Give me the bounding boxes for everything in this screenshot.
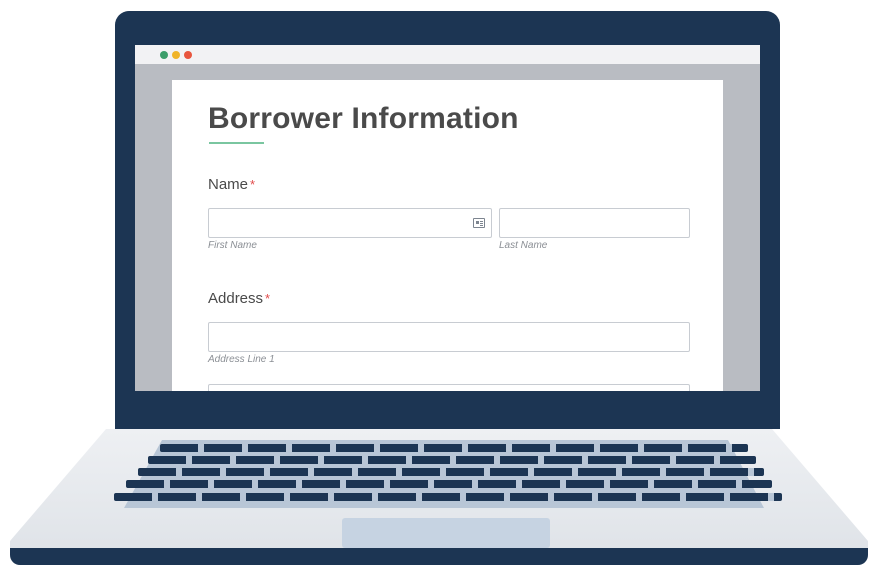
required-marker: * <box>250 177 256 192</box>
last-name-input[interactable] <box>499 208 690 238</box>
title-underline <box>209 142 264 144</box>
keyboard-row <box>160 444 748 452</box>
name-label: Name * <box>208 176 255 193</box>
form-title: Borrower Information <box>208 102 519 135</box>
contact-card-icon[interactable] <box>473 218 485 228</box>
form-page: Borrower Information Name * First Name La… <box>172 80 723 391</box>
keyboard-row <box>126 480 772 488</box>
window-minimize-dot[interactable] <box>172 51 180 59</box>
address-label: Address * <box>208 290 270 307</box>
keyboard-row <box>114 493 782 501</box>
window-zoom-dot[interactable] <box>160 51 168 59</box>
last-name-sublabel: Last Name <box>499 240 548 251</box>
keyboard-row <box>148 456 756 464</box>
required-marker: * <box>265 291 271 306</box>
laptop-base-edge <box>10 548 868 565</box>
address-label-text: Address <box>208 290 264 307</box>
address-line1-input[interactable] <box>208 322 690 352</box>
browser-titlebar <box>135 45 760 64</box>
first-name-sublabel: First Name <box>208 240 257 251</box>
laptop-screen: Borrower Information Name * First Name La… <box>135 45 760 391</box>
name-label-text: Name <box>208 176 249 193</box>
trackpad <box>342 518 550 548</box>
address-line2-input[interactable] <box>208 384 690 391</box>
keyboard-row <box>138 468 764 476</box>
first-name-input[interactable] <box>208 208 492 238</box>
address-line1-sublabel: Address Line 1 <box>208 354 275 365</box>
window-close-dot[interactable] <box>184 51 192 59</box>
